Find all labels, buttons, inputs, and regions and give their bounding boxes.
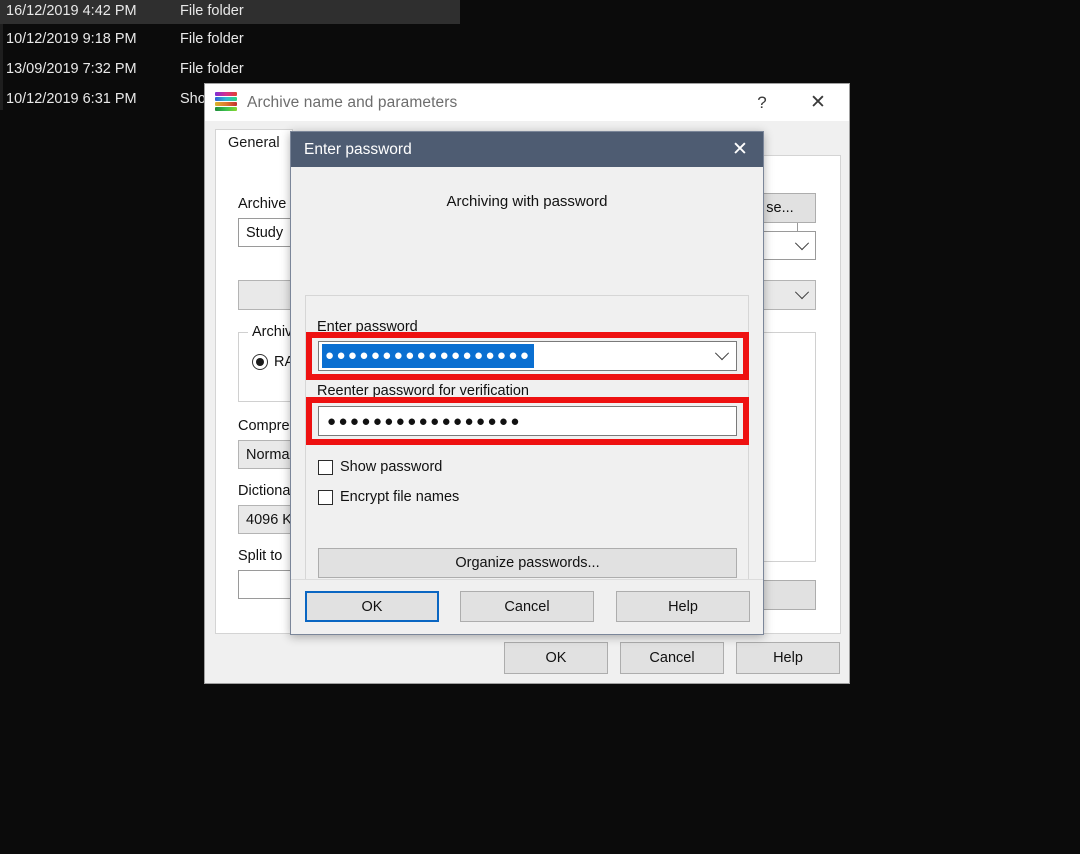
- show-password-label: Show password: [340, 459, 443, 475]
- password-dialog-footer: OK Cancel Help: [291, 579, 763, 634]
- winrar-cancel-button[interactable]: Cancel: [620, 642, 724, 674]
- enter-password-dialog: Enter password ✕ Archiving with password…: [290, 131, 764, 635]
- window-titlebar: Archive name and parameters ? ✕: [205, 84, 849, 121]
- password-help-button[interactable]: Help: [616, 591, 750, 622]
- archiving-with-password-heading: Archiving with password: [446, 193, 608, 210]
- chevron-down-icon[interactable]: [789, 281, 815, 309]
- winrar-ok-button[interactable]: OK: [504, 642, 608, 674]
- radio-rar[interactable]: RA: [252, 354, 294, 370]
- winrar-books-icon: [215, 91, 237, 114]
- file-date: 13/09/2019 7:32 PM: [6, 60, 137, 77]
- show-password-checkbox[interactable]: Show password: [318, 459, 442, 475]
- dictionary-label: Dictiona: [238, 483, 291, 499]
- encrypt-file-names-checkbox[interactable]: Encrypt file names: [318, 489, 459, 505]
- password-cancel-button[interactable]: Cancel: [460, 591, 594, 622]
- file-type: Sho: [180, 90, 206, 107]
- password-dialog-title: Enter password: [304, 140, 412, 158]
- organize-passwords-button[interactable]: Organize passwords...: [318, 548, 737, 578]
- password-dialog-titlebar: Enter password ✕: [291, 132, 763, 167]
- file-date: 16/12/2019 4:42 PM: [6, 2, 137, 19]
- archive-name-label: Archive: [238, 196, 287, 212]
- enter-password-value: ●●●●●●●●●●●●●●●●●●: [322, 344, 535, 368]
- password-dialog-body: Archiving with password Enter password ●…: [291, 167, 763, 634]
- list-item[interactable]: 16/12/2019 4:42 PM File folder: [0, 0, 460, 24]
- reenter-password-input[interactable]: ●●●●●●●●●●●●●●●●●: [318, 406, 737, 436]
- checkbox-icon: [318, 489, 333, 505]
- list-item[interactable]: 10/12/2019 9:18 PM File folder: [0, 25, 460, 52]
- close-icon[interactable]: ✕: [795, 84, 841, 121]
- help-icon[interactable]: ?: [739, 84, 785, 121]
- dictionary-value: 4096 K: [246, 511, 292, 528]
- close-icon[interactable]: ✕: [717, 132, 763, 167]
- enter-password-input[interactable]: ●●●●●●●●●●●●●●●●●●: [318, 341, 737, 371]
- winrar-help-button[interactable]: Help: [736, 642, 840, 674]
- tab-general[interactable]: General: [215, 129, 293, 156]
- file-type: File folder: [180, 2, 244, 19]
- file-type: File folder: [180, 30, 244, 47]
- radio-indicator-icon: [252, 354, 268, 370]
- checkbox-icon: [318, 459, 333, 475]
- encrypt-file-names-label: Encrypt file names: [340, 489, 460, 505]
- file-date: 10/12/2019 6:31 PM: [6, 90, 137, 107]
- archive-name-value: Study: [246, 224, 284, 241]
- chevron-down-icon[interactable]: [789, 232, 815, 259]
- list-item[interactable]: 13/09/2019 7:32 PM File folder: [0, 55, 460, 82]
- split-label: Split to: [238, 548, 283, 564]
- chevron-down-icon[interactable]: [708, 342, 736, 370]
- reenter-password-value: ●●●●●●●●●●●●●●●●●: [327, 412, 522, 430]
- file-type: File folder: [180, 60, 244, 77]
- file-date: 10/12/2019 9:18 PM: [6, 30, 137, 47]
- password-ok-button[interactable]: OK: [305, 591, 439, 622]
- window-title: Archive name and parameters: [247, 93, 458, 111]
- compression-value: Norma: [246, 446, 290, 463]
- compression-label: Compre: [238, 418, 290, 434]
